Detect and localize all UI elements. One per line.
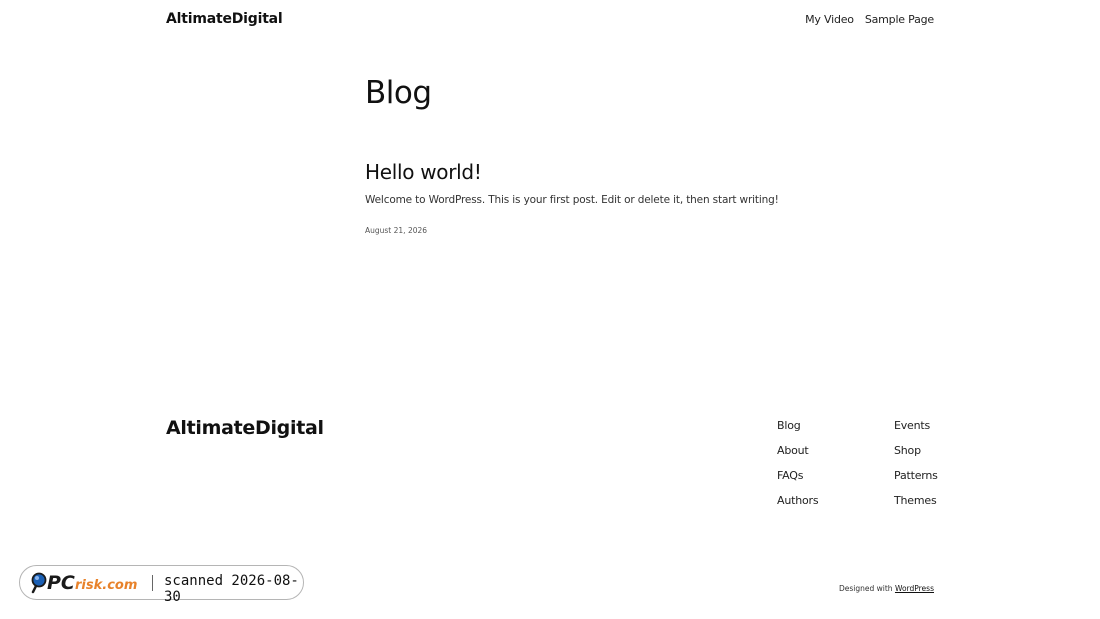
page: AltimateDigital My Video Sample Page Blo…	[0, 0, 1100, 619]
scan-watermark-badge: PC risk.com scanned 2026-08-30	[19, 565, 304, 605]
badge-separator	[152, 575, 153, 591]
pcrisk-logo-icon: PC risk.com	[31, 572, 137, 594]
footer-link-about[interactable]: About	[777, 444, 818, 458]
svg-text:risk.com: risk.com	[75, 578, 137, 593]
footer-links-column-1: Blog About FAQs Authors	[777, 419, 819, 508]
post-title-link[interactable]: Hello world!	[365, 160, 482, 184]
footer-link-faqs[interactable]: FAQs	[777, 469, 818, 483]
footer-link-authors[interactable]: Authors	[777, 494, 819, 508]
post-date: August 21, 2026	[365, 226, 428, 235]
top-navigation: My Video Sample Page	[805, 13, 934, 26]
footer-link-patterns[interactable]: Patterns	[894, 469, 938, 483]
post-excerpt: Welcome to WordPress. This is your first…	[365, 194, 779, 206]
wordpress-credit-link[interactable]: WordPress	[895, 584, 934, 593]
svg-text:PC: PC	[47, 572, 75, 594]
footer-link-themes[interactable]: Themes	[894, 494, 938, 508]
footer-credit: Designed with WordPress	[839, 584, 934, 593]
nav-link-sample-page[interactable]: Sample Page	[865, 13, 934, 26]
footer-link-blog[interactable]: Blog	[777, 419, 818, 433]
footer-site-title-link[interactable]: AltimateDigital	[166, 417, 324, 439]
page-title: Blog	[365, 75, 432, 111]
footer-link-events[interactable]: Events	[894, 419, 938, 433]
footer-links-column-2: Events Shop Patterns Themes	[894, 419, 938, 508]
footer-link-shop[interactable]: Shop	[894, 444, 938, 458]
nav-link-my-video[interactable]: My Video	[805, 13, 854, 26]
site-title-link[interactable]: AltimateDigital	[166, 11, 283, 27]
scan-date-text: scanned 2026-08-30	[164, 573, 299, 605]
credit-prefix: Designed with	[839, 584, 893, 593]
